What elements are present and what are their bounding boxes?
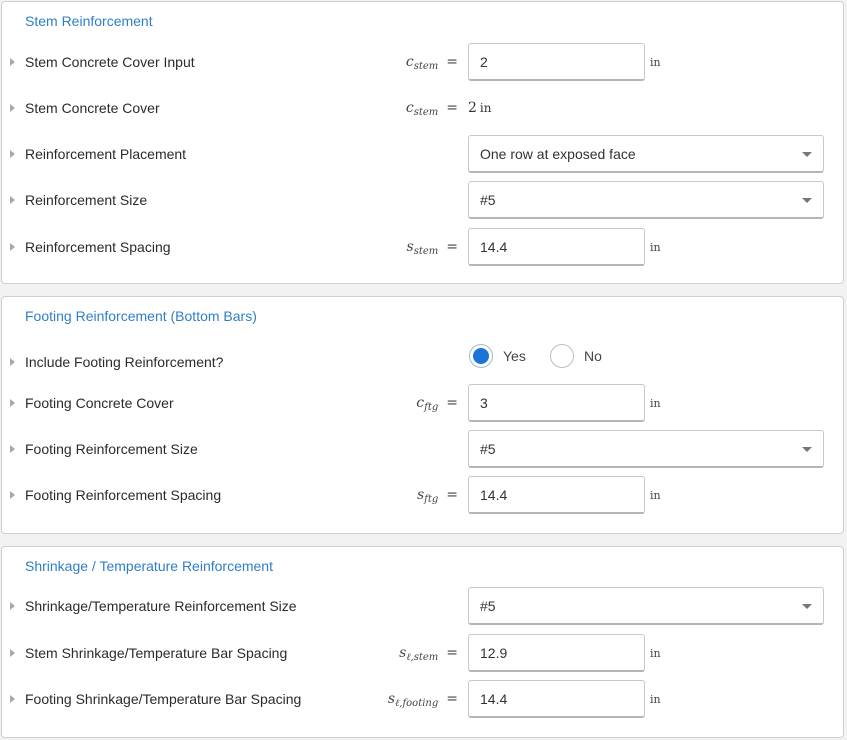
expand-caret-icon[interactable] [10, 196, 15, 204]
expand-caret-icon[interactable] [10, 150, 15, 158]
stem-cover-input-row: Stem Concrete Cover Input cstem = 2 in [2, 43, 845, 83]
expand-caret-icon[interactable] [10, 445, 15, 453]
radio-yes[interactable]: Yes [469, 344, 539, 370]
panel-title: Shrinkage / Temperature Reinforcement [25, 558, 273, 574]
radio-label: Yes [503, 348, 526, 364]
unit-label: in [650, 397, 661, 410]
unit-label: in [650, 693, 661, 706]
stem-spacing-row: Reinforcement Spacing sstem = 14.4 in [2, 228, 845, 268]
expand-caret-icon[interactable] [10, 399, 15, 407]
footing-spacing-input[interactable]: 14.4 [468, 476, 645, 514]
select-value: One row at exposed face [480, 146, 636, 162]
chevron-down-icon [802, 604, 812, 609]
radio-selected-icon[interactable] [469, 344, 493, 368]
panel-title: Footing Reinforcement (Bottom Bars) [25, 308, 257, 324]
stem-cover-input[interactable]: 2 [468, 43, 645, 81]
chevron-down-icon [802, 447, 812, 452]
math-symbol: sℓ,stem = [399, 645, 458, 663]
expand-caret-icon[interactable] [10, 58, 15, 66]
stem-cover-value: 2 in [468, 100, 492, 116]
include-footing-row: Include Footing Reinforcement? Yes No [2, 343, 845, 383]
placement-select[interactable]: One row at exposed face [468, 135, 824, 173]
row-label: Footing Shrinkage/Temperature Bar Spacin… [25, 691, 302, 707]
row-label: Stem Concrete Cover Input [25, 54, 195, 70]
row-label: Footing Concrete Cover [25, 395, 174, 411]
select-value: #5 [480, 192, 496, 208]
math-symbol: cstem = [405, 54, 458, 72]
unit-label: in [650, 241, 661, 254]
footing-shrinkage-spacing-input[interactable]: 14.4 [468, 680, 645, 718]
stem-cover-row: Stem Concrete Cover cstem = 2 in [2, 89, 845, 129]
select-value: #5 [480, 441, 496, 457]
expand-caret-icon[interactable] [10, 695, 15, 703]
math-symbol: cftg = [416, 395, 458, 413]
radio-label: No [584, 348, 602, 364]
select-value: #5 [480, 598, 496, 614]
row-label: Reinforcement Spacing [25, 239, 171, 255]
stem-shrinkage-spacing-row: Stem Shrinkage/Temperature Bar Spacing s… [2, 634, 845, 674]
stem-placement-row: Reinforcement Placement One row at expos… [2, 135, 845, 175]
unit-label: in [650, 489, 661, 502]
shrinkage-temperature-panel: Shrinkage / Temperature Reinforcement Sh… [1, 546, 844, 738]
math-symbol: sstem = [406, 239, 458, 257]
radio-no[interactable]: No [550, 344, 610, 370]
math-symbol: sℓ,footing = [387, 691, 458, 709]
footing-cover-row: Footing Concrete Cover cftg = 3 in [2, 384, 845, 424]
row-label: Reinforcement Placement [25, 146, 187, 162]
footing-size-row: Footing Reinforcement Size #5 [2, 430, 845, 470]
chevron-down-icon [802, 198, 812, 203]
expand-caret-icon[interactable] [10, 358, 15, 366]
stem-size-row: Reinforcement Size #5 [2, 181, 845, 221]
expand-caret-icon[interactable] [10, 243, 15, 251]
math-symbol: cstem = [405, 100, 458, 118]
stem-shrinkage-spacing-input[interactable]: 12.9 [468, 634, 645, 672]
footing-size-select[interactable]: #5 [468, 430, 824, 468]
stem-spacing-input[interactable]: 14.4 [468, 228, 645, 266]
row-label: Include Footing Reinforcement? [25, 354, 224, 370]
footing-spacing-row: Footing Reinforcement Spacing sftg = 14.4… [2, 476, 845, 516]
stem-reinforcement-panel: Stem Reinforcement Stem Concrete Cover I… [1, 1, 844, 284]
row-label: Stem Concrete Cover [25, 100, 160, 116]
expand-caret-icon[interactable] [10, 491, 15, 499]
row-label: Reinforcement Size [25, 192, 148, 208]
shrinkage-size-select[interactable]: #5 [468, 587, 824, 625]
reinforcement-size-select[interactable]: #5 [468, 181, 824, 219]
chevron-down-icon [802, 152, 812, 157]
footing-shrinkage-spacing-row: Footing Shrinkage/Temperature Bar Spacin… [2, 680, 845, 720]
expand-caret-icon[interactable] [10, 602, 15, 610]
row-label: Footing Reinforcement Spacing [25, 487, 222, 503]
row-label: Stem Shrinkage/Temperature Bar Spacing [25, 645, 288, 661]
expand-caret-icon[interactable] [10, 649, 15, 657]
footing-reinforcement-panel: Footing Reinforcement (Bottom Bars) Incl… [1, 296, 844, 534]
unit-label: in [650, 647, 661, 660]
panel-title: Stem Reinforcement [25, 13, 153, 29]
radio-unselected-icon[interactable] [550, 344, 574, 368]
row-label: Shrinkage/Temperature Reinforcement Size [25, 598, 297, 614]
math-symbol: sftg = [416, 487, 458, 505]
expand-caret-icon[interactable] [10, 104, 15, 112]
footing-cover-input[interactable]: 3 [468, 384, 645, 422]
row-label: Footing Reinforcement Size [25, 441, 198, 457]
unit-label: in [650, 56, 661, 69]
shrinkage-size-row: Shrinkage/Temperature Reinforcement Size… [2, 587, 845, 627]
